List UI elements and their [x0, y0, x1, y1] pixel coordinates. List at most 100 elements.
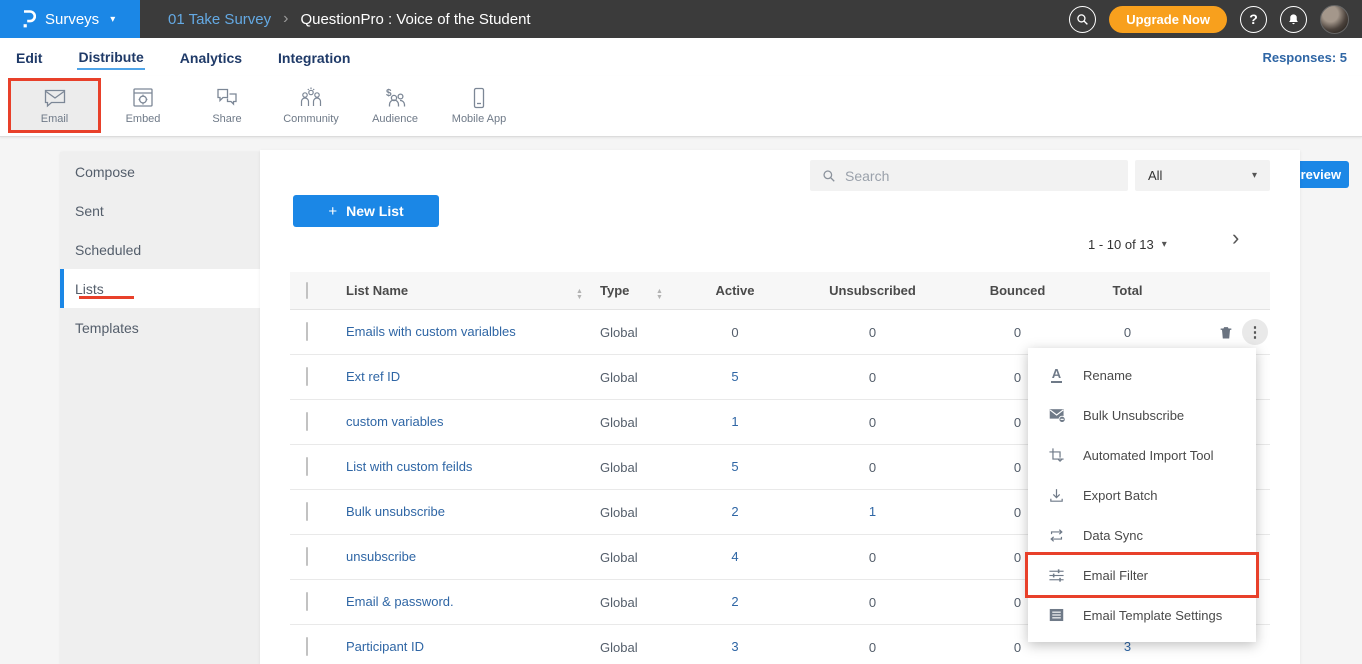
row-checkbox[interactable] — [306, 547, 308, 566]
sidebar-item-lists[interactable]: Lists — [60, 269, 260, 308]
list-type: Global — [600, 415, 680, 430]
active-count-link[interactable]: 2 — [731, 594, 738, 609]
unsubscribed-count-link[interactable]: 1 — [869, 504, 876, 519]
list-type: Global — [600, 370, 680, 385]
distribute-toolbar: Email Embed Share — [0, 76, 1362, 137]
channel-email[interactable]: Email — [8, 78, 101, 133]
column-header-bounced: Bounced — [955, 283, 1080, 298]
active-count-link[interactable]: 5 — [731, 369, 738, 384]
list-name-link[interactable]: Participant ID — [346, 639, 424, 654]
row-checkbox[interactable] — [306, 637, 308, 656]
new-list-button[interactable]: + New List — [293, 195, 439, 227]
channel-share[interactable]: Share — [185, 78, 269, 133]
product-switcher[interactable]: Surveys ▾ — [0, 0, 140, 38]
notifications-button[interactable] — [1280, 6, 1307, 33]
menu-item-label: Export Batch — [1083, 488, 1157, 503]
bounced-count: 0 — [955, 325, 1080, 340]
embed-icon — [131, 87, 155, 109]
column-header-type[interactable]: Type — [600, 283, 656, 298]
search-button[interactable] — [1069, 6, 1096, 33]
channel-community[interactable]: Community — [269, 78, 353, 133]
menu-item-data-sync[interactable]: Data Sync — [1028, 515, 1256, 555]
menu-item-automated-import-tool[interactable]: Automated Import Tool — [1028, 435, 1256, 475]
column-header-total: Total — [1080, 283, 1175, 298]
unsubscribed-count: 0 — [790, 415, 955, 430]
list-name-link[interactable]: custom variables — [346, 414, 444, 429]
list-name-link[interactable]: Ext ref ID — [346, 369, 400, 384]
tab-distribute[interactable]: Distribute — [77, 45, 144, 70]
column-header-list-name[interactable]: List Name — [346, 283, 576, 298]
row-checkbox[interactable] — [306, 367, 308, 386]
email-filter-icon — [1047, 567, 1066, 584]
row-checkbox[interactable] — [306, 322, 308, 341]
list-name-link[interactable]: Email & password. — [346, 594, 454, 609]
tab-integration[interactable]: Integration — [277, 46, 351, 69]
page: Surveys ▾ 01 Take Survey › QuestionPro :… — [0, 0, 1362, 664]
active-count-link[interactable]: 1 — [731, 414, 738, 429]
breadcrumb-survey-link[interactable]: 01 Take Survey — [168, 11, 271, 28]
user-avatar[interactable] — [1320, 5, 1349, 34]
red-highlight-underline — [79, 296, 134, 299]
list-name-link[interactable]: Emails with custom varialbles — [346, 324, 516, 339]
select-all-checkbox[interactable] — [306, 282, 308, 299]
row-more-actions-button[interactable]: ⋮ — [1242, 319, 1268, 345]
list-search-input[interactable] — [845, 168, 1116, 184]
menu-item-email-template-settings[interactable]: Email Template Settings — [1028, 595, 1256, 635]
menu-item-label: Email Template Settings — [1083, 608, 1222, 623]
row-checkbox[interactable] — [306, 502, 308, 521]
channel-audience[interactable]: $ Audience — [353, 78, 437, 133]
pagination-range-text: 1 - 10 of 13 — [1088, 237, 1154, 252]
menu-item-label: Automated Import Tool — [1083, 448, 1214, 463]
menu-item-export-batch[interactable]: Export Batch — [1028, 475, 1256, 515]
trash-icon — [1218, 324, 1234, 341]
active-count-link[interactable]: 4 — [731, 549, 738, 564]
sidebar-item-scheduled[interactable]: Scheduled — [60, 230, 260, 269]
column-header-unsubscribed: Unsubscribed — [790, 283, 955, 298]
share-icon — [215, 87, 239, 109]
list-name-link[interactable]: Bulk unsubscribe — [346, 504, 445, 519]
caret-down-icon: ▾ — [110, 14, 115, 25]
list-name-link[interactable]: List with custom feilds — [346, 459, 472, 474]
channel-embed[interactable]: Embed — [101, 78, 185, 133]
automated-import-icon — [1047, 447, 1066, 464]
menu-item-rename[interactable]: A Rename — [1028, 355, 1256, 395]
active-count-link[interactable]: 5 — [731, 459, 738, 474]
table-header-row: List Name ▲▼ Type ▲▼ Active Unsubscribed… — [290, 272, 1270, 310]
menu-item-bulk-unsubscribe[interactable]: Bulk Unsubscribe — [1028, 395, 1256, 435]
list-name-link[interactable]: unsubscribe — [346, 549, 416, 564]
responses-count[interactable]: Responses: 5 — [1262, 50, 1347, 65]
tab-edit[interactable]: Edit — [15, 46, 43, 69]
email-icon — [43, 87, 67, 109]
pagination-next-button[interactable]: › — [1232, 227, 1239, 249]
sort-icon[interactable]: ▲▼ — [576, 289, 583, 301]
mobile-app-icon — [467, 87, 491, 109]
sidebar-item-compose[interactable]: Compose — [60, 152, 260, 191]
help-button[interactable]: ? — [1240, 6, 1267, 33]
row-actions-context-menu: A Rename Bulk Unsubscribe — [1028, 348, 1256, 642]
bulk-unsubscribe-icon — [1047, 407, 1066, 423]
tab-analytics[interactable]: Analytics — [179, 46, 243, 69]
row-checkbox[interactable] — [306, 457, 308, 476]
column-header-active: Active — [680, 283, 790, 298]
active-count-link[interactable]: 2 — [731, 504, 738, 519]
list-filter-dropdown[interactable]: All ▾ — [1135, 160, 1270, 191]
questionpro-logo-icon — [20, 9, 36, 29]
row-checkbox[interactable] — [306, 592, 308, 611]
unsubscribed-count: 0 — [790, 550, 955, 565]
menu-item-email-filter[interactable]: Email Filter — [1028, 555, 1256, 595]
sort-icon[interactable]: ▲▼ — [656, 289, 663, 301]
channel-mobile-app[interactable]: Mobile App — [437, 78, 521, 133]
menu-item-label: Rename — [1083, 368, 1132, 383]
channel-label: Audience — [372, 113, 418, 125]
active-count-link[interactable]: 3 — [731, 639, 738, 654]
list-type: Global — [600, 595, 680, 610]
row-checkbox[interactable] — [306, 412, 308, 431]
upgrade-now-button[interactable]: Upgrade Now — [1109, 6, 1227, 33]
pagination-range[interactable]: 1 - 10 of 13 ▾ — [1088, 237, 1167, 252]
email-sidebar: Compose Sent Scheduled Lists Templates — [60, 152, 260, 664]
sidebar-item-templates[interactable]: Templates — [60, 308, 260, 347]
sidebar-item-sent[interactable]: Sent — [60, 191, 260, 230]
unsubscribed-count: 0 — [790, 460, 955, 475]
unsubscribed-count: 0 — [790, 370, 955, 385]
delete-list-button[interactable] — [1218, 324, 1234, 341]
